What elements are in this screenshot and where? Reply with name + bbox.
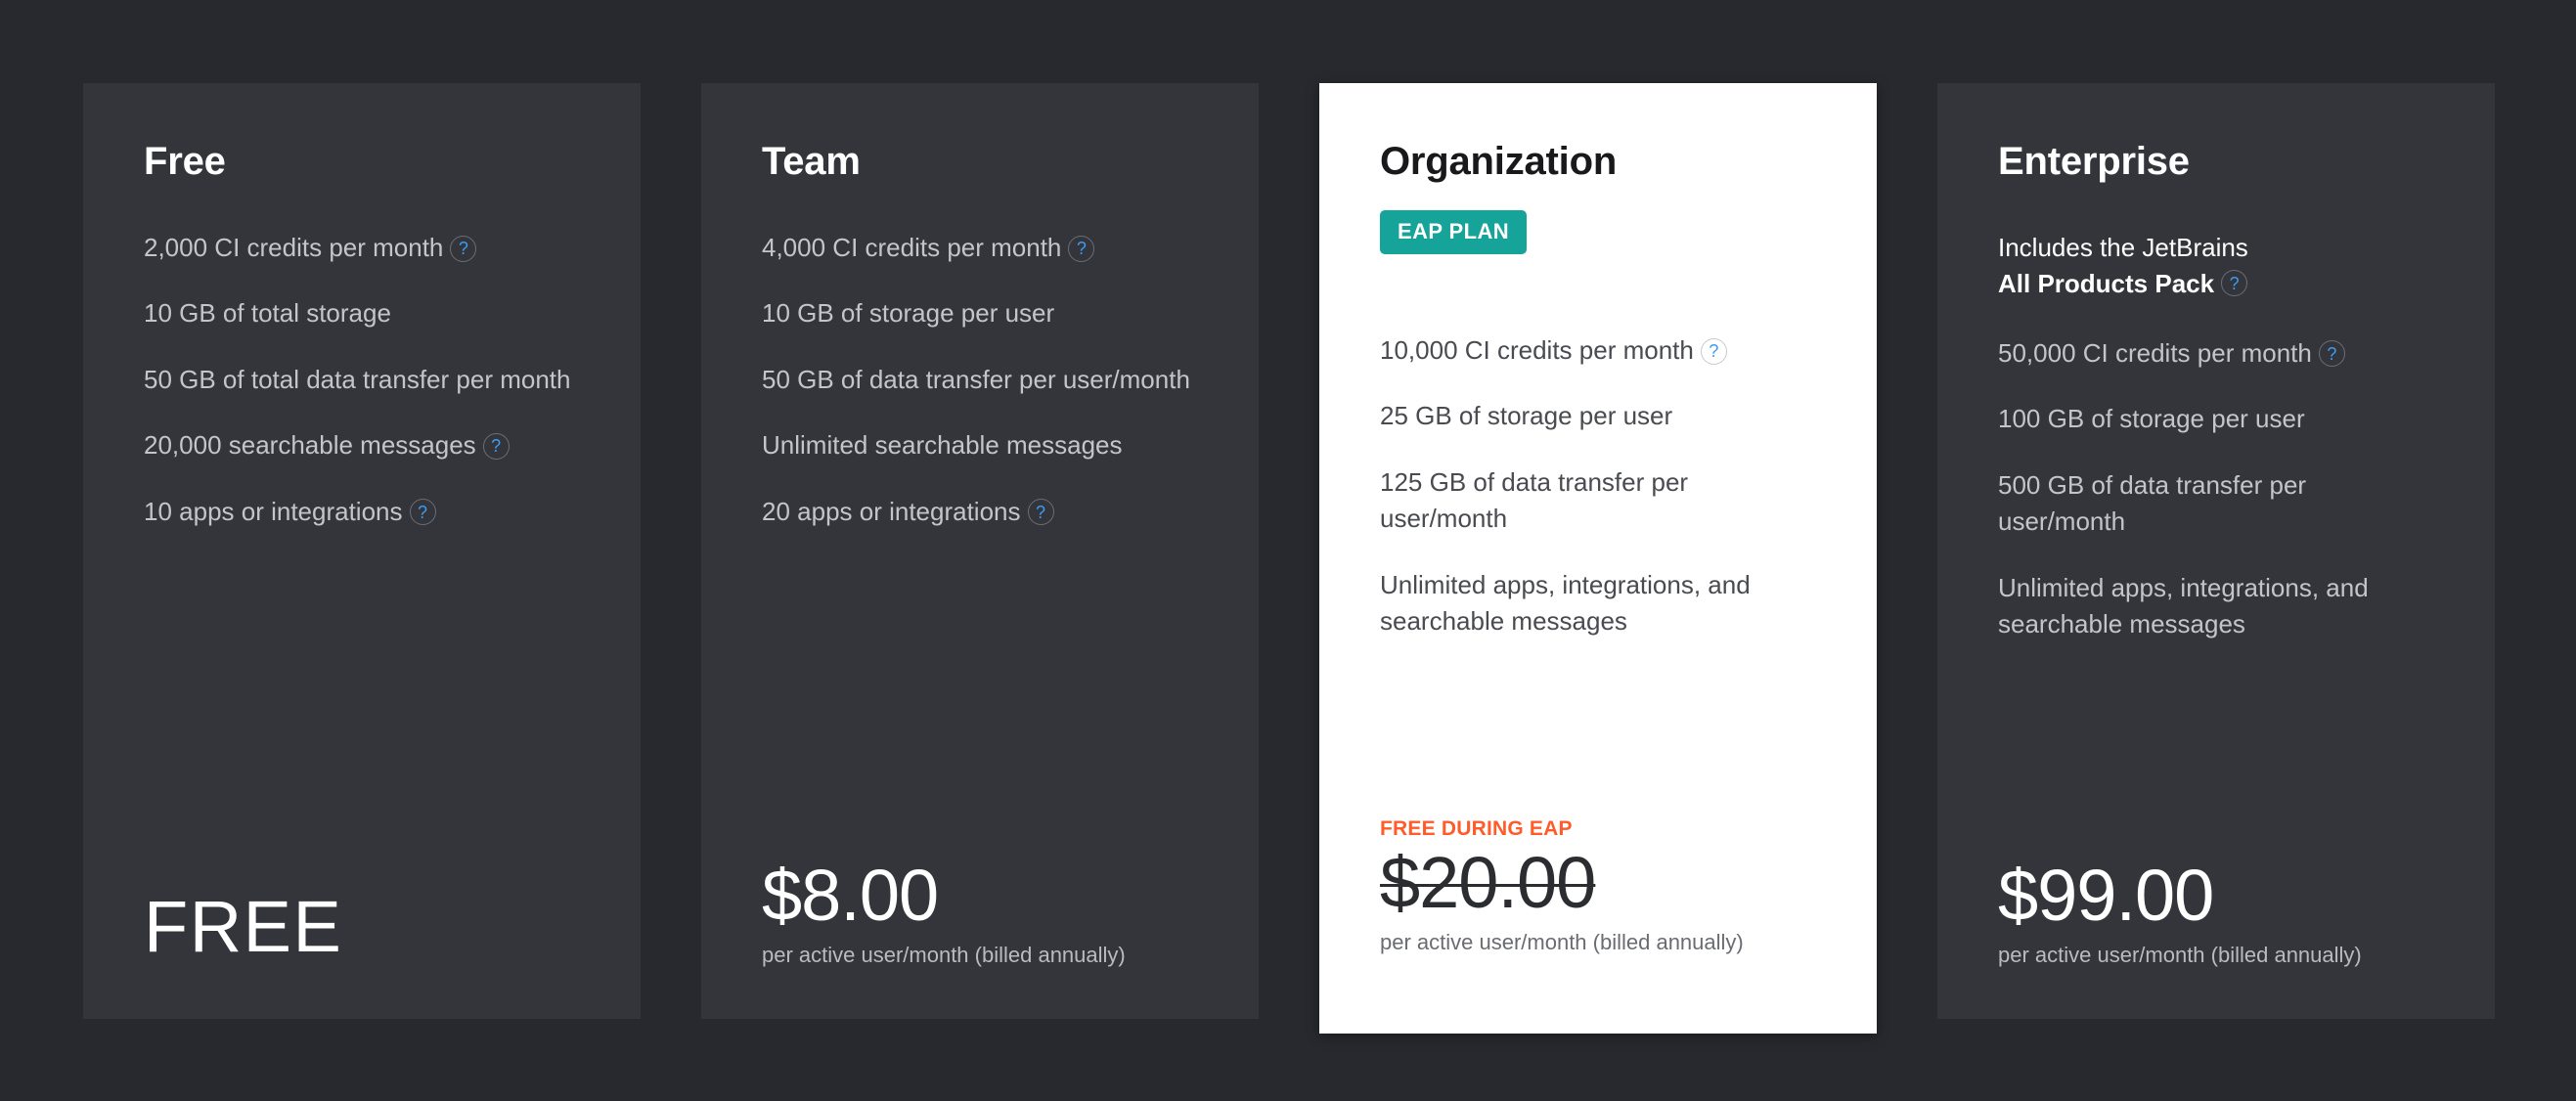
pricing-card-enterprise[interactable]: Enterprise Includes the JetBrains All Prod… <box>1937 83 2495 1019</box>
feature-text: 125 GB of data transfer per user/month <box>1380 467 1688 533</box>
feature-list: 4,000 CI credits per month? 10 GB of stor… <box>762 230 1198 559</box>
feature-text: Unlimited apps, integrations, and search… <box>1380 570 1751 636</box>
help-icon[interactable]: ? <box>2221 270 2247 296</box>
price-free-label: FREE <box>144 887 580 968</box>
price-caption: per active user/month (billed annually) <box>1380 930 1816 955</box>
feature-item: Unlimited apps, integrations, and search… <box>1380 567 1816 640</box>
spacer <box>1380 670 1816 818</box>
help-icon[interactable]: ? <box>1701 338 1727 365</box>
pricing-card-free[interactable]: Free 2,000 CI credits per month? 10 GB of … <box>83 83 641 1019</box>
feature-item: 20 apps or integrations? <box>762 494 1198 530</box>
price-amount: $8.00 <box>762 856 1198 937</box>
feature-item: 100 GB of storage per user <box>1998 401 2434 437</box>
feature-list: 50,000 CI credits per month? 100 GB of st… <box>1998 335 2434 673</box>
price-caption: per active user/month (billed annually) <box>762 943 1198 968</box>
help-icon[interactable]: ? <box>410 499 436 525</box>
price-block: FREE <box>144 887 580 1019</box>
feature-text: 4,000 CI credits per month <box>762 233 1061 262</box>
price-amount: $99.00 <box>1998 856 2434 937</box>
feature-item: 25 GB of storage per user <box>1380 398 1816 434</box>
feature-text: Unlimited searchable messages <box>762 430 1123 460</box>
feature-text: 10 GB of total storage <box>144 298 391 328</box>
feature-item: 500 GB of data transfer per user/month <box>1998 467 2434 541</box>
feature-text: 10 GB of storage per user <box>762 298 1054 328</box>
feature-item: 20,000 searchable messages? <box>144 427 580 463</box>
feature-text: 500 GB of data transfer per user/month <box>1998 470 2306 536</box>
feature-text: 20 apps or integrations <box>762 497 1021 526</box>
price-block: $8.00 per active user/month (billed annua… <box>762 856 1198 1019</box>
help-icon[interactable]: ? <box>1068 236 1094 262</box>
feature-item: 125 GB of data transfer per user/month <box>1380 464 1816 538</box>
feature-item: Unlimited apps, integrations, and search… <box>1998 570 2434 643</box>
price-caption: per active user/month (billed annually) <box>1998 943 2434 968</box>
help-icon[interactable]: ? <box>2319 340 2345 367</box>
pricing-board: Free 2,000 CI credits per month? 10 GB of … <box>0 0 2576 1101</box>
feature-item: 4,000 CI credits per month? <box>762 230 1198 266</box>
pricing-card-organization[interactable]: Organization EAP PLAN 10,000 CI credits pe… <box>1319 83 1877 1034</box>
feature-item: 50,000 CI credits per month? <box>1998 335 2434 372</box>
feature-text: 50 GB of data transfer per user/month <box>762 365 1190 394</box>
help-icon[interactable]: ? <box>483 433 510 460</box>
help-icon[interactable]: ? <box>450 236 476 262</box>
price-block: $99.00 per active user/month (billed annu… <box>1998 856 2434 1019</box>
plan-title: Organization <box>1380 140 1816 183</box>
price-amount: $20.00 <box>1380 843 1816 924</box>
feature-item: 2,000 CI credits per month? <box>144 230 580 266</box>
feature-text: 20,000 searchable messages <box>144 430 476 460</box>
feature-item: 50 GB of data transfer per user/month <box>762 362 1198 398</box>
feature-text: 25 GB of storage per user <box>1380 401 1672 430</box>
spacer <box>762 559 1198 856</box>
price-note: FREE DURING EAP <box>1380 817 1816 841</box>
feature-text: 50,000 CI credits per month <box>1998 338 2312 368</box>
feature-item: 10,000 CI credits per month? <box>1380 332 1816 369</box>
feature-list: 2,000 CI credits per month? 10 GB of tota… <box>144 230 580 559</box>
plan-title: Enterprise <box>1998 140 2434 183</box>
includes-line-2: All Products Pack <box>1998 269 2214 298</box>
feature-list: 10,000 CI credits per month? 25 GB of sto… <box>1380 332 1816 670</box>
feature-item: 10 GB of total storage <box>144 295 580 331</box>
eap-plan-badge: EAP PLAN <box>1380 210 1527 254</box>
price-block: FREE DURING EAP$20.00 per active user/mon… <box>1380 817 1816 1034</box>
plan-title: Free <box>144 140 580 183</box>
feature-item: 10 GB of storage per user <box>762 295 1198 331</box>
feature-text: Unlimited apps, integrations, and search… <box>1998 573 2369 639</box>
includes-line-1: Includes the JetBrains <box>1998 230 2434 266</box>
pricing-cards-row: Free 2,000 CI credits per month? 10 GB of … <box>83 83 2495 1034</box>
feature-text: 50 GB of total data transfer per month <box>144 365 570 394</box>
plan-title: Team <box>762 140 1198 183</box>
feature-item: 10 apps or integrations? <box>144 494 580 530</box>
includes-block: Includes the JetBrains All Products Pack? <box>1998 230 2434 302</box>
feature-item: 50 GB of total data transfer per month <box>144 362 580 398</box>
help-icon[interactable]: ? <box>1028 499 1054 525</box>
pricing-card-team[interactable]: Team 4,000 CI credits per month? 10 GB of … <box>701 83 1259 1019</box>
feature-text: 100 GB of storage per user <box>1998 404 2305 433</box>
feature-text: 10,000 CI credits per month <box>1380 335 1694 365</box>
spacer <box>144 559 580 887</box>
feature-item: Unlimited searchable messages <box>762 427 1198 463</box>
spacer <box>1998 672 2434 856</box>
feature-text: 2,000 CI credits per month <box>144 233 443 262</box>
feature-text: 10 apps or integrations <box>144 497 403 526</box>
